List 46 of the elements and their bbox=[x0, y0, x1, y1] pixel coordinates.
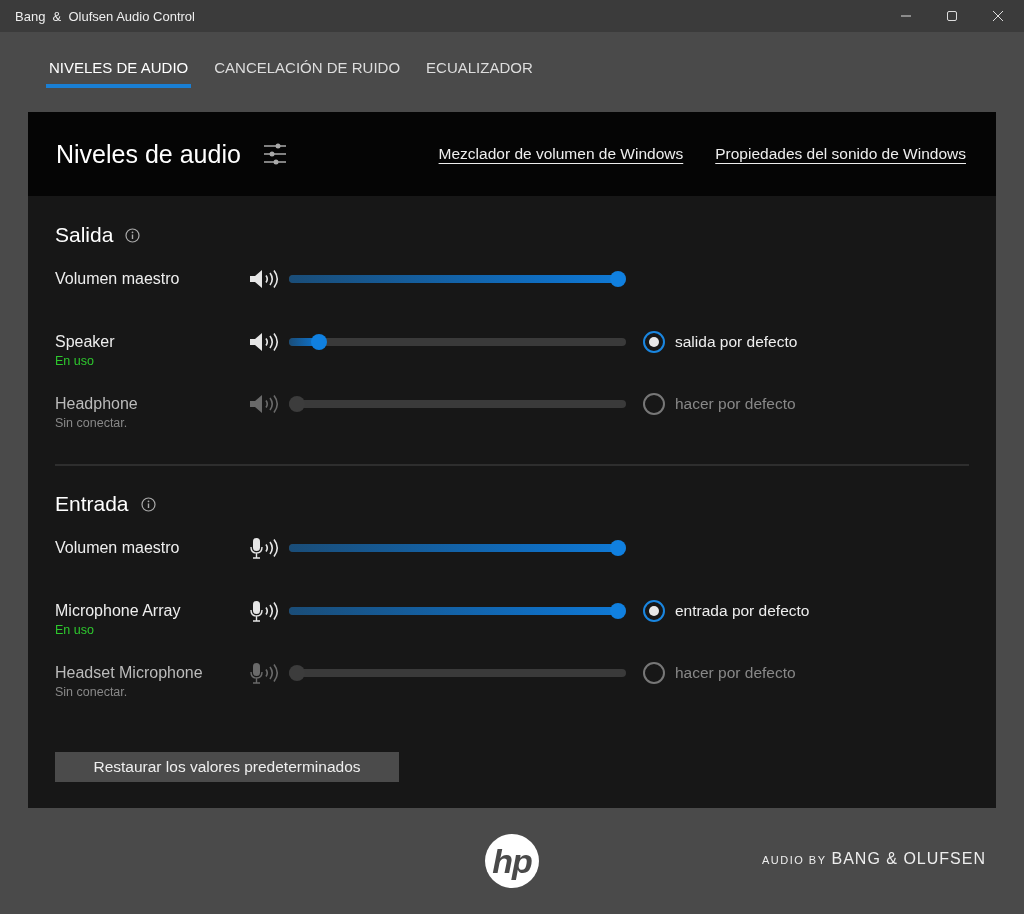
section-title: Entrada bbox=[55, 492, 129, 516]
window-title: Bang & Olufsen Audio Control bbox=[15, 8, 195, 24]
maximize-icon[interactable] bbox=[946, 10, 958, 22]
microphone-icon[interactable] bbox=[249, 537, 280, 559]
row-label: Microphone Array bbox=[55, 601, 182, 621]
status-text: En uso bbox=[55, 353, 95, 369]
slider-thumb[interactable] bbox=[289, 665, 305, 681]
speaker-icon[interactable] bbox=[249, 332, 280, 352]
status-text: Sin conectar. bbox=[55, 415, 129, 431]
radio-button[interactable] bbox=[643, 600, 665, 622]
radio-button[interactable] bbox=[643, 331, 665, 353]
info-icon[interactable] bbox=[140, 496, 156, 512]
brand-prefix: AUDIO BY bbox=[761, 854, 827, 866]
row-label: Headphone bbox=[55, 394, 139, 414]
radio-button[interactable] bbox=[643, 662, 665, 684]
panel-title: Niveles de audio bbox=[56, 139, 241, 169]
status-text: En uso bbox=[55, 622, 95, 638]
section-title: Salida bbox=[55, 223, 114, 247]
reset-button[interactable]: Restaurar los valores predeterminados bbox=[55, 752, 399, 782]
row-label: Volumen maestro bbox=[55, 538, 181, 558]
radio-label[interactable]: salida por defecto bbox=[675, 333, 798, 351]
microphone-icon[interactable] bbox=[249, 600, 280, 622]
radio-label[interactable]: entrada por defecto bbox=[675, 602, 810, 620]
row-label: Headset Microphone bbox=[55, 663, 204, 683]
radio-button[interactable] bbox=[643, 393, 665, 415]
close-icon[interactable] bbox=[992, 10, 1004, 22]
tab[interactable]: CANCELACIÓN DE RUIDO bbox=[211, 32, 404, 88]
row-label: Volumen maestro bbox=[55, 269, 181, 289]
tab[interactable]: NIVELES DE AUDIO bbox=[46, 32, 192, 88]
row-label: Speaker bbox=[55, 332, 116, 352]
radio-label[interactable]: hacer por defecto bbox=[675, 664, 796, 682]
slider-thumb[interactable] bbox=[610, 540, 626, 556]
slider-thumb[interactable] bbox=[610, 603, 626, 619]
radio-label[interactable]: hacer por defecto bbox=[675, 395, 796, 413]
sliders-icon[interactable] bbox=[262, 142, 287, 166]
link[interactable]: Mezclador de volumen de Windows bbox=[438, 145, 684, 163]
speaker-icon[interactable] bbox=[249, 269, 280, 289]
slider-thumb[interactable] bbox=[289, 396, 305, 412]
link[interactable]: Propiedades del sonido de Windows bbox=[715, 145, 966, 163]
slider-thumb[interactable] bbox=[610, 271, 626, 287]
brand-name: BANG & OLUFSEN bbox=[831, 850, 986, 868]
logo: hp bbox=[485, 834, 539, 888]
info-icon[interactable] bbox=[125, 227, 141, 243]
status-text: Sin conectar. bbox=[55, 684, 129, 700]
slider-thumb[interactable] bbox=[311, 334, 328, 350]
tab[interactable]: ECUALIZADOR bbox=[423, 32, 536, 88]
